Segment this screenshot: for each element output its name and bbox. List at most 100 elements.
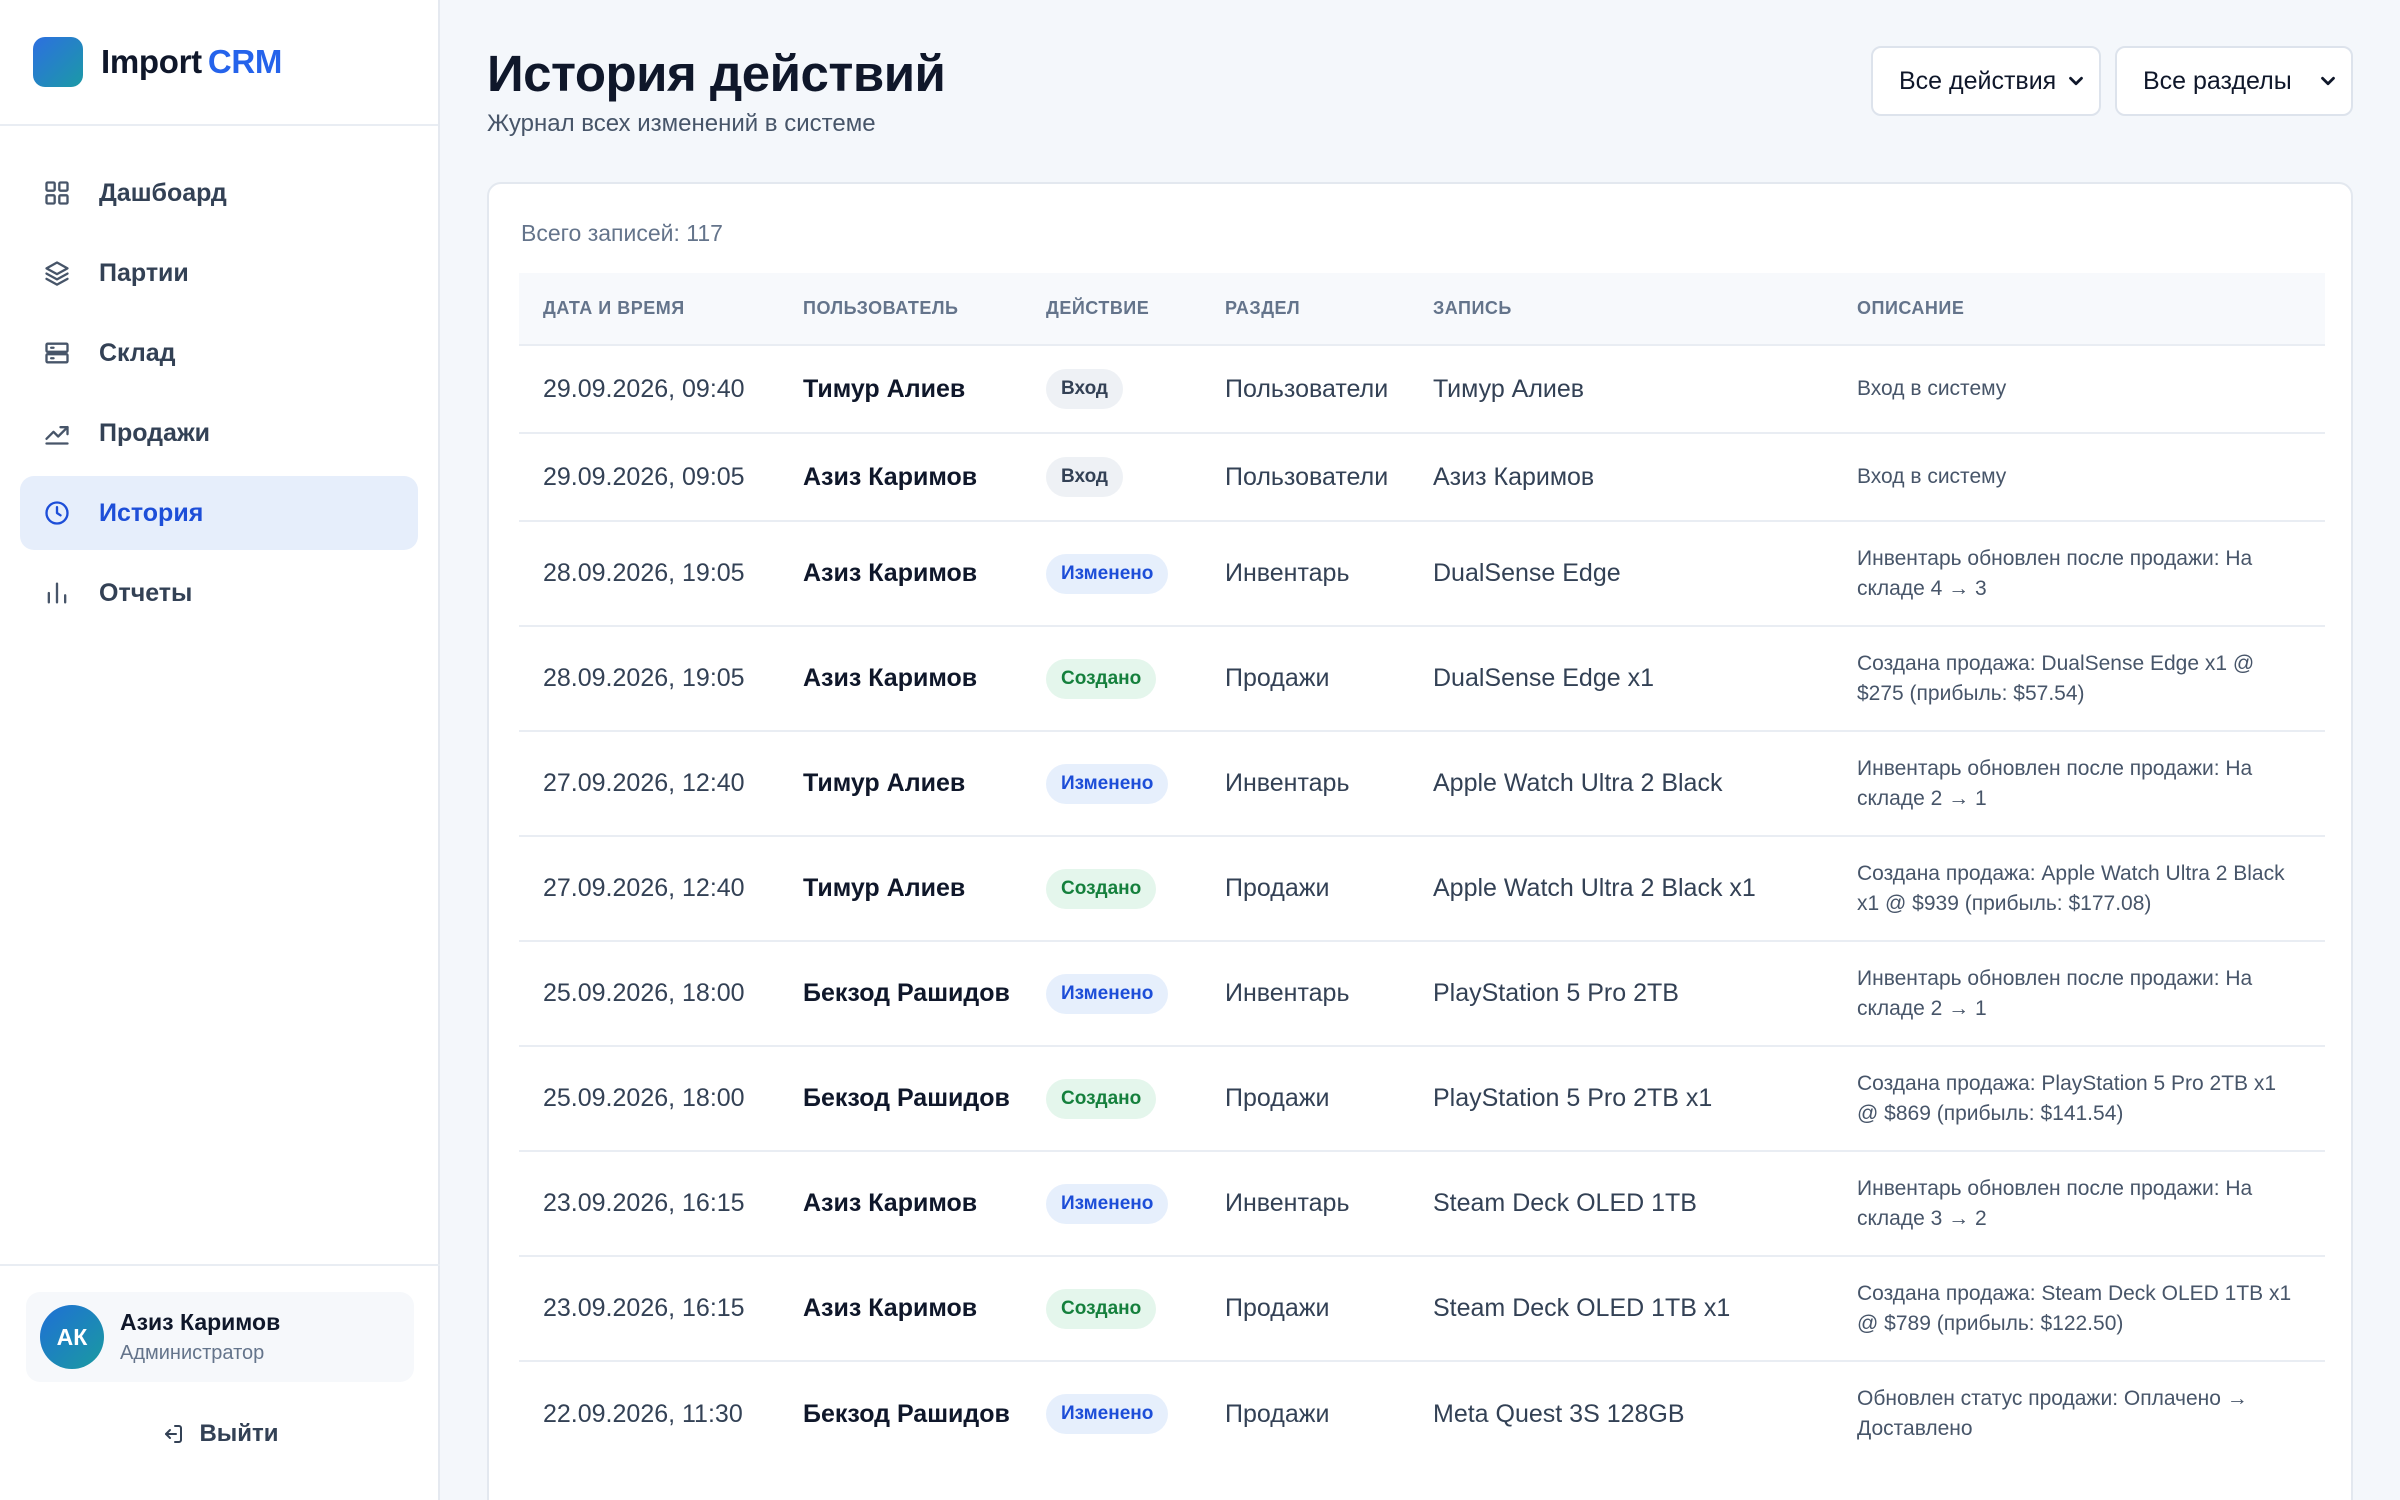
sidebar-item-warehouse[interactable]: Склад [20, 316, 418, 390]
cell-user: Тимур Алиев [779, 344, 1022, 433]
cell-record: Steam Deck OLED 1TB [1409, 1150, 1833, 1256]
action-badge: Вход [1046, 457, 1123, 497]
cell-section: Инвентарь [1201, 940, 1409, 1046]
action-badge: Создано [1046, 1078, 1157, 1119]
sidebar-item-dashboard[interactable]: Дашбоард [20, 156, 418, 230]
action-badge: Создано [1046, 658, 1157, 699]
table-row[interactable]: 23.09.2026, 16:15 Азиз Каримов Создано П… [519, 1255, 2325, 1361]
brand-name: Import [101, 43, 202, 80]
table-row[interactable]: 27.09.2026, 12:40 Тимур Алиев Изменено И… [519, 730, 2325, 836]
cell-description: Создана продажа: DualSense Edge x1 @ $27… [1833, 625, 2325, 731]
sidebar-item-history[interactable]: История [20, 476, 418, 550]
table-row[interactable]: 28.09.2026, 19:05 Азиз Каримов Создано П… [519, 625, 2325, 731]
cell-description: Инвентарь обновлен после продажи: На скл… [1833, 730, 2325, 836]
cell-record: Meta Quest 3S 128GB [1409, 1360, 1833, 1466]
cell-record: Apple Watch Ultra 2 Black [1409, 730, 1833, 836]
bar-chart-icon [43, 579, 71, 607]
cell-section: Продажи [1201, 835, 1409, 941]
history-card: Всего записей: 117 Дата и время Пользова… [487, 182, 2353, 1500]
section-filter-value: Все разделы [2143, 66, 2292, 95]
sidebar-item-label: Продажи [99, 418, 211, 447]
column-header-section[interactable]: Раздел [1201, 273, 1409, 345]
page-title: История действий [487, 45, 946, 102]
sidebar-item-label: История [99, 498, 204, 527]
action-filter-value: Все действия [1899, 66, 2057, 95]
cell-date: 23.09.2026, 16:15 [519, 1150, 779, 1256]
cell-section: Пользователи [1201, 432, 1409, 521]
sidebar-item-label: Дашбоард [99, 178, 227, 207]
layers-icon [43, 259, 71, 287]
cell-record: DualSense Edge [1409, 520, 1833, 626]
table-row[interactable]: 23.09.2026, 16:15 Азиз Каримов Изменено … [519, 1150, 2325, 1256]
cell-date: 25.09.2026, 18:00 [519, 1045, 779, 1151]
table-row[interactable]: 29.09.2026, 09:05 Азиз Каримов Вход Поль… [519, 432, 2325, 521]
action-badge: Изменено [1046, 553, 1169, 594]
table-row[interactable]: 25.09.2026, 18:00 Бекзод Рашидов Изменен… [519, 940, 2325, 1046]
cell-date: 29.09.2026, 09:40 [519, 344, 779, 433]
cell-record: Тимур Алиев [1409, 344, 1833, 433]
cell-description: Обновлен статус продажи: Оплачено → Дост… [1833, 1360, 2325, 1466]
logout-icon [165, 1425, 183, 1443]
cell-description: Вход в систему [1833, 344, 2325, 433]
table-row[interactable]: 28.09.2026, 19:05 Азиз Каримов Изменено … [519, 520, 2325, 626]
table-row[interactable]: 25.09.2026, 18:00 Бекзод Рашидов Создано… [519, 1045, 2325, 1151]
cell-date: 29.09.2026, 09:05 [519, 432, 779, 521]
cell-user: Азиз Каримов [779, 432, 1022, 521]
cell-user: Азиз Каримов [779, 1150, 1022, 1256]
column-header-user[interactable]: Пользователь [779, 273, 1022, 345]
column-header-action[interactable]: Действие [1022, 273, 1201, 345]
action-badge: Изменено [1046, 1183, 1169, 1224]
column-header-description[interactable]: Описание [1833, 273, 2325, 345]
user-card[interactable]: АК Азиз Каримов Администратор [26, 1292, 414, 1382]
sidebar-item-sales[interactable]: Продажи [20, 396, 418, 470]
dashboard-grid-icon [43, 179, 71, 207]
cell-user: Азиз Каримов [779, 1255, 1022, 1361]
table-row[interactable]: 29.09.2026, 09:40 Тимур Алиев Вход Польз… [519, 344, 2325, 433]
brand[interactable]: Import CRM [0, 0, 438, 126]
action-badge: Изменено [1046, 763, 1169, 804]
cell-section: Продажи [1201, 625, 1409, 731]
section-filter-select[interactable]: Все разделы [2115, 46, 2353, 116]
cell-section: Инвентарь [1201, 730, 1409, 836]
cell-section: Продажи [1201, 1045, 1409, 1151]
cell-user: Бекзод Рашидов [779, 940, 1022, 1046]
column-header-record[interactable]: Запись [1409, 273, 1833, 345]
sidebar-nav: Дашбоард Партии Склад Продажи История От… [0, 126, 438, 630]
cell-date: 22.09.2026, 11:30 [519, 1360, 779, 1466]
user-role: Администратор [120, 1342, 265, 1364]
table-row[interactable]: 22.09.2026, 11:30 Бекзод Рашидов Изменен… [519, 1360, 2325, 1466]
logout-button[interactable]: Выйти [26, 1420, 414, 1448]
cell-date: 28.09.2026, 19:05 [519, 520, 779, 626]
avatar: АК [40, 1305, 104, 1369]
cell-user: Азиз Каримов [779, 625, 1022, 731]
table-header-row: Дата и время Пользователь Действие Разде… [519, 273, 2325, 345]
filters: Все действия Все разделы [1871, 46, 2353, 116]
cell-description: Вход в систему [1833, 432, 2325, 521]
brand-logo-icon [33, 37, 83, 87]
action-badge: Создано [1046, 1288, 1157, 1329]
cell-user: Тимур Алиев [779, 730, 1022, 836]
sidebar-footer: АК Азиз Каримов Администратор Выйти [0, 1264, 440, 1500]
table-row[interactable]: 27.09.2026, 12:40 Тимур Алиев Создано Пр… [519, 835, 2325, 941]
cell-record: Steam Deck OLED 1TB x1 [1409, 1255, 1833, 1361]
column-header-date[interactable]: Дата и время [519, 273, 779, 345]
cell-user: Бекзод Рашидов [779, 1360, 1022, 1466]
cell-record: Apple Watch Ultra 2 Black x1 [1409, 835, 1833, 941]
cell-section: Пользователи [1201, 344, 1409, 433]
action-badge: Создано [1046, 868, 1157, 909]
cell-date: 25.09.2026, 18:00 [519, 940, 779, 1046]
cell-section: Инвентарь [1201, 520, 1409, 626]
action-filter-select[interactable]: Все действия [1871, 46, 2101, 116]
cell-date: 23.09.2026, 16:15 [519, 1255, 779, 1361]
sidebar-item-batches[interactable]: Партии [20, 236, 418, 310]
cell-section: Продажи [1201, 1360, 1409, 1466]
total-records: Всего записей: 117 [521, 220, 723, 246]
cell-description: Создана продажа: PlayStation 5 Pro 2TB x… [1833, 1045, 2325, 1151]
cell-date: 28.09.2026, 19:05 [519, 625, 779, 731]
main-content: История действий Журнал всех изменений в… [487, 0, 2353, 1500]
trending-chart-icon [43, 419, 71, 447]
sidebar-item-reports[interactable]: Отчеты [20, 556, 418, 630]
cell-date: 27.09.2026, 12:40 [519, 730, 779, 836]
cell-record: PlayStation 5 Pro 2TB x1 [1409, 1045, 1833, 1151]
cell-description: Инвентарь обновлен после продажи: На скл… [1833, 520, 2325, 626]
